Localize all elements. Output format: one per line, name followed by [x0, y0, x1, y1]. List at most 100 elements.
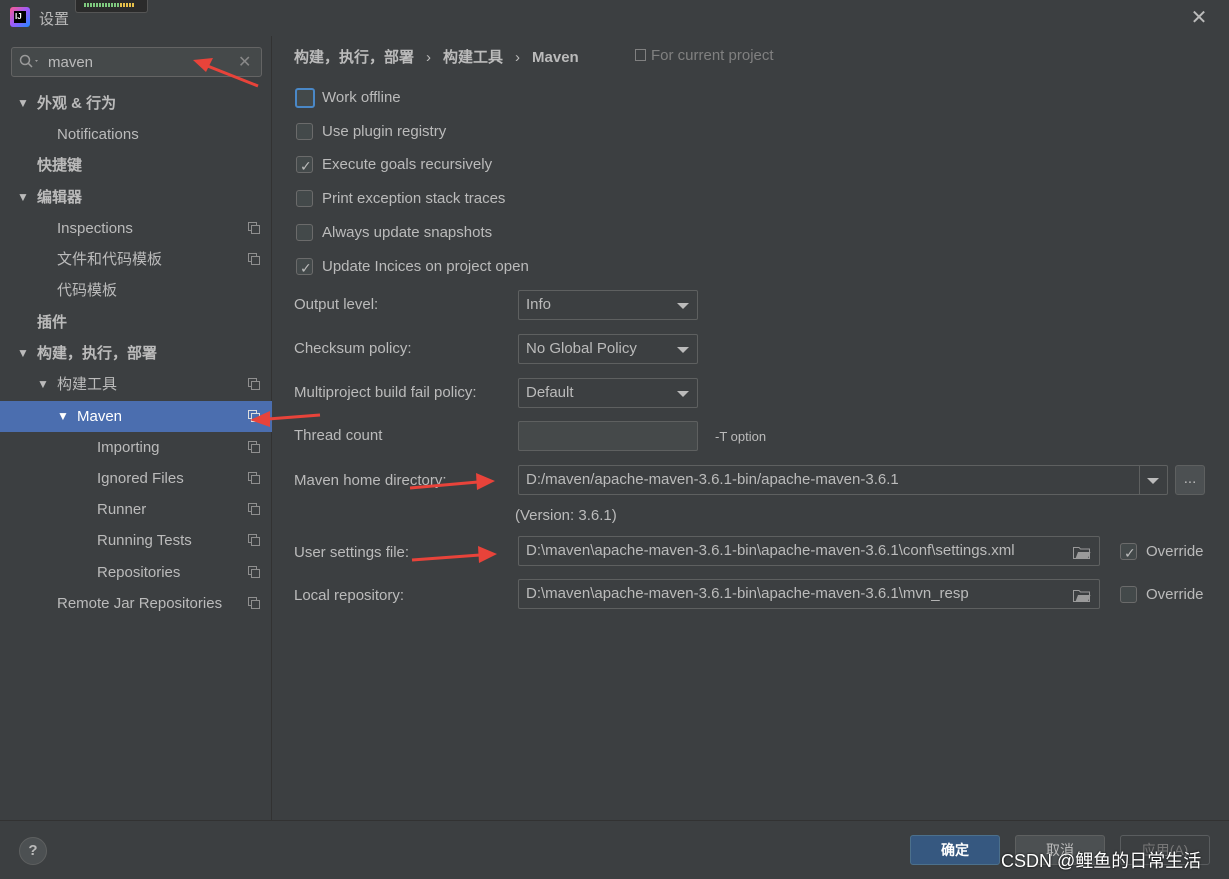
sidebar-item-inspections[interactable]: Inspections: [0, 213, 272, 244]
sidebar-item-importing[interactable]: Importing: [0, 432, 272, 463]
sidebar-item-running-tests[interactable]: Running Tests: [0, 525, 272, 556]
title-bar: IJ 设置 ✕: [0, 0, 1229, 36]
checksum-policy-dropdown[interactable]: No Global Policy: [518, 334, 698, 364]
breadcrumb-separator: ›: [515, 49, 521, 66]
project-scope-icon: [248, 378, 260, 390]
dialog-footer: ? 确定 取消 应用(A) CSDN @鲤鱼的日常生活: [0, 820, 1229, 879]
local-repository-label: Local repository:: [294, 587, 405, 604]
expand-arrow-icon[interactable]: ▼: [17, 88, 29, 119]
checkbox-box[interactable]: [296, 190, 313, 207]
sidebar-item-plugins[interactable]: 插件: [0, 307, 272, 338]
checkbox-box[interactable]: [296, 123, 313, 140]
breadcrumb-item-current: Maven: [532, 49, 579, 66]
sidebar-item-appearance[interactable]: ▼ 外观 & 行为: [0, 88, 272, 119]
sidebar-item-maven[interactable]: ▼ Maven: [0, 401, 272, 432]
project-scope-icon: [635, 49, 646, 61]
sidebar-item-build-tools[interactable]: ▼ 构建工具: [0, 369, 272, 400]
sidebar-item-label: Remote Jar Repositories: [57, 595, 223, 612]
checkbox-box[interactable]: ✓: [296, 258, 313, 276]
local-repository-input[interactable]: D:\maven\apache-maven-3.6.1-bin\apache-m…: [518, 579, 1100, 609]
settings-search-box[interactable]: ✕: [11, 47, 262, 77]
clear-search-icon[interactable]: ✕: [238, 52, 251, 72]
checkmark-icon: ✓: [300, 260, 312, 276]
dropdown-value: D:/maven/apache-maven-3.6.1-bin/apache-m…: [526, 471, 899, 488]
sidebar-item-notifications[interactable]: Notifications: [0, 119, 272, 150]
ok-button[interactable]: 确定: [910, 835, 1000, 865]
multiproject-fail-policy-label: Multiproject build fail policy:: [294, 384, 477, 401]
breadcrumb: 构建，执行，部署 › 构建工具 › Maven: [294, 46, 579, 67]
checkbox-box[interactable]: [1120, 586, 1137, 603]
sidebar-item-label: 外观 & 行为: [37, 95, 117, 112]
sidebar-item-keymap[interactable]: 快捷键: [0, 150, 272, 181]
sidebar-item-runner[interactable]: Runner: [0, 494, 272, 525]
folder-icon[interactable]: [1073, 589, 1091, 602]
output-level-dropdown[interactable]: Info: [518, 290, 698, 320]
memory-indicator: [75, 0, 148, 13]
sidebar-item-build-execution-deployment[interactable]: ▼ 构建，执行，部署: [0, 338, 272, 369]
project-scope-icon: [248, 472, 260, 484]
thread-count-label: Thread count: [294, 427, 383, 444]
checkbox-label: Override: [1146, 586, 1204, 603]
thread-count-input[interactable]: [518, 421, 698, 451]
chevron-down-icon: [677, 391, 689, 397]
checkbox-box[interactable]: [295, 88, 315, 108]
expand-arrow-icon[interactable]: ▼: [17, 338, 29, 369]
dropdown-value: Info: [526, 296, 552, 313]
breadcrumb-separator: ›: [426, 49, 432, 66]
sidebar-item-label: 编辑器: [37, 189, 83, 206]
sidebar-item-label: Runner: [97, 501, 147, 518]
checkbox-label: Always update snapshots: [322, 224, 493, 241]
sidebar-item-editor[interactable]: ▼ 编辑器: [0, 182, 272, 213]
sidebar-item-label: Ignored Files: [97, 470, 184, 487]
chevron-down-icon: [677, 303, 689, 309]
sidebar-item-label: Maven: [77, 408, 123, 425]
sidebar-item-label: Importing: [97, 439, 160, 456]
close-icon[interactable]: ✕: [1189, 8, 1209, 28]
thread-count-hint: -T option: [715, 429, 767, 444]
breadcrumb-item[interactable]: 构建，执行，部署: [294, 46, 414, 67]
maven-home-label: Maven home directory:: [294, 472, 447, 489]
checkmark-icon: ✓: [300, 158, 312, 174]
project-scope-icon: [248, 566, 260, 578]
breadcrumb-item[interactable]: 构建工具: [443, 46, 503, 67]
sidebar-item-label: Inspections: [57, 220, 133, 237]
sidebar-item-remote-jar-repositories[interactable]: Remote Jar Repositories: [0, 588, 272, 619]
sidebar-item-live-templates[interactable]: 代码模板: [0, 275, 272, 306]
sidebar-item-ignored-files[interactable]: Ignored Files: [0, 463, 272, 494]
sidebar-item-label: Running Tests: [97, 532, 192, 549]
sidebar-item-label: 构建，执行，部署: [37, 345, 158, 362]
maven-home-dropdown[interactable]: D:/maven/apache-maven-3.6.1-bin/apache-m…: [518, 465, 1168, 495]
sidebar-item-label: 文件和代码模板: [57, 251, 163, 268]
project-scope-icon: [248, 503, 260, 515]
checkbox-box[interactable]: [296, 224, 313, 241]
search-input[interactable]: [48, 52, 228, 72]
checkbox-box[interactable]: ✓: [296, 156, 313, 174]
expand-arrow-icon[interactable]: ▼: [57, 401, 69, 432]
multiproject-fail-policy-dropdown[interactable]: Default: [518, 378, 698, 408]
sidebar-item-repositories[interactable]: Repositories: [0, 557, 272, 588]
project-scope-icon: [248, 222, 260, 234]
user-settings-label: User settings file:: [294, 544, 410, 561]
chevron-down-icon: [1147, 478, 1159, 484]
intellij-logo-icon: IJ: [10, 7, 30, 27]
expand-arrow-icon[interactable]: ▼: [17, 182, 29, 213]
csdn-watermark: CSDN @鲤鱼的日常生活: [1001, 851, 1202, 871]
folder-icon[interactable]: [1073, 546, 1091, 559]
sidebar-item-label: Notifications: [57, 126, 139, 143]
expand-arrow-icon[interactable]: ▼: [37, 369, 49, 400]
search-icon[interactable]: [19, 54, 41, 70]
checksum-policy-label: Checksum policy:: [294, 340, 412, 357]
settings-sidebar: ✕ ▼ 外观 & 行为 Notifications 快捷键 ▼ 编辑器 Insp…: [0, 36, 272, 820]
browse-maven-home-button[interactable]: ...: [1175, 465, 1205, 495]
checkbox-label: Update Incices on project open: [322, 258, 529, 275]
sidebar-item-label: Repositories: [97, 564, 181, 581]
checkbox-label: Work offline: [322, 89, 401, 106]
help-button[interactable]: ?: [19, 837, 47, 865]
window-title: 设置: [39, 11, 70, 28]
sidebar-item-label: 构建工具: [57, 376, 118, 393]
input-value: D:\maven\apache-maven-3.6.1-bin\apache-m…: [526, 542, 1015, 559]
sidebar-item-file-templates[interactable]: 文件和代码模板: [0, 244, 272, 275]
checkbox-box[interactable]: ✓: [1120, 543, 1137, 561]
user-settings-input[interactable]: D:\maven\apache-maven-3.6.1-bin\apache-m…: [518, 536, 1100, 566]
maven-version-label: (Version: 3.6.1): [515, 507, 617, 524]
